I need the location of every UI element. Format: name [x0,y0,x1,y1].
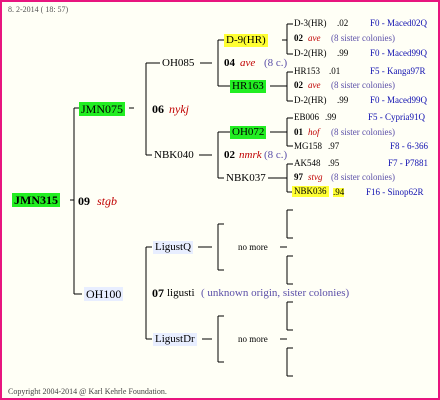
gen5-code: F0 - Maced99Q [370,95,427,105]
gen4-d9hr-year: 04 [224,57,235,69]
gen5-name[interactable]: NBK036 [292,186,329,197]
gen5-val: .97 [328,141,340,151]
queen-hr163[interactable]: HR163 [230,80,266,93]
gen5-val: .02 [337,18,349,28]
gen4-d9hr-note: (8 c.) [264,57,288,69]
gen5-name[interactable]: EB006 [294,113,319,122]
gen5-code: F8 - 6-366 [390,141,428,151]
pedigree-lines [70,23,293,377]
queen-ligustq[interactable]: LigustQ [153,241,194,254]
gen5-name[interactable]: HR153 [294,67,320,76]
queen-oh072[interactable]: OH072 [230,126,267,139]
no-more-ligustq: no more [238,242,268,252]
gen5-year: 01 [294,127,303,137]
gen5-name[interactable]: D-3(HR) [294,19,327,28]
pedigree-chart: 8. 2-2014 ( 18: 57) Copyright 2004-2014 … [0,0,440,400]
gen2-oh100-note: ( unknown origin, sister colonies) [201,287,350,299]
gen5-val: .99 [337,48,349,58]
gen4-d9hr-mark: ave [240,57,256,69]
gen5-year: 02 [294,33,303,43]
queen-jmn315[interactable]: JMN315 [12,193,60,207]
queen-d9hr[interactable]: D-9(HR) [224,34,268,47]
gen5-val: .95 [328,158,340,168]
gen3-oh085-mark: nykj [169,102,189,116]
queen-oh100[interactable]: OH100 [84,287,124,301]
gen5-code: F5 - Kanga97R [370,66,426,76]
gen5-note: (8 sister colonies) [331,33,395,43]
gen2-oh100-mark: ligusti [167,287,195,299]
queen-jmn075[interactable]: JMN075 [79,102,126,116]
gen5-name[interactable]: D-2(HR) [294,96,327,105]
gen3-oh085-year: 06 [152,102,164,116]
queen-oh085[interactable]: OH085 [162,58,194,69]
gen5-mark: ave [308,33,321,43]
gen4-oh072-mark: nmrk [239,149,262,161]
no-more-ligustdr: no more [238,334,268,344]
gen5-mark: stvg [308,172,323,182]
gen5-name[interactable]: D-2(HR) [294,49,327,58]
gen5-year: 97 [294,172,303,182]
gen5-code: F7 - P7881 [388,158,429,168]
queen-nbk037[interactable]: NBK037 [226,173,266,184]
gen4-oh072-year: 02 [224,149,235,161]
gen2-oh100-year: 07 [152,286,164,300]
queen-nbk040[interactable]: NBK040 [154,150,194,161]
gen5-code: F0 - Maced99Q [370,48,427,58]
gen5-val: .94 [333,187,345,197]
gen5-name[interactable]: MG158 [294,142,322,151]
gen5-note: (8 sister colonies) [331,172,395,182]
gen5-code: F16 - Sinop62R [366,187,424,197]
gen5-code: F0 - Maced02Q [370,18,427,28]
gen2-jmn075-year: 09 [78,194,90,208]
gen5-mark: hof [308,127,320,137]
gen5-code: F5 - Cypria91Q [368,112,425,122]
queen-ligustdr[interactable]: LigustDr [153,333,197,346]
gen5-mark: ave [308,80,321,90]
gen5-val: .01 [329,66,341,76]
copyright: Copyright 2004-2014 @ Karl Kehrle Founda… [8,387,167,396]
gen5-name[interactable]: AK548 [294,159,321,168]
gen4-oh072-note: (8 c.) [264,149,288,161]
gen5-val: .99 [325,112,337,122]
gen5-note: (8 sister colonies) [331,127,395,137]
gen5-val: .99 [337,95,349,105]
gen5-note: (8 sister colonies) [331,80,395,90]
gen2-jmn075-mark: stgb [97,194,118,208]
date-stamp: 8. 2-2014 ( 18: 57) [8,5,69,14]
gen5-year: 02 [294,80,303,90]
